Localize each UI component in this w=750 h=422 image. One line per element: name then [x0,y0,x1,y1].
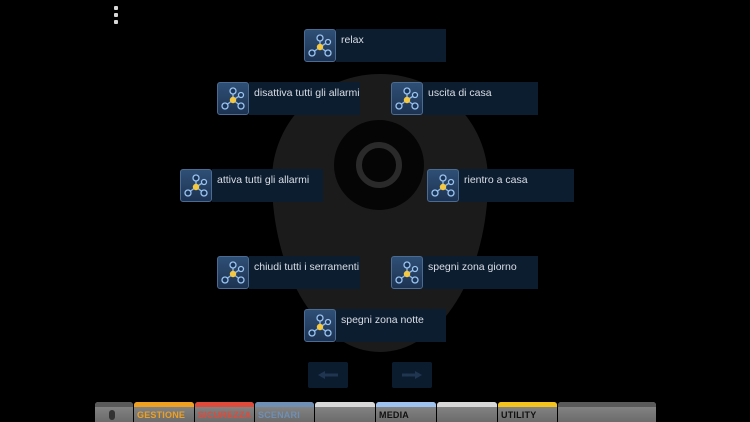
tab-scenari[interactable]: SCENARI [255,402,314,422]
scene-button-uscita-casa[interactable]: uscita di casa [391,82,538,115]
scene-label: chiudi tutti i serramenti [249,256,360,289]
tab-gestione[interactable]: GESTIONE [134,402,194,422]
scene-network-icon [180,169,212,202]
more-options-icon[interactable] [112,6,120,24]
scene-network-icon [304,29,336,62]
tab-stripe [376,402,436,407]
scene-label: spegni zona notte [336,309,446,342]
tab-label: UTILITY [501,410,537,420]
scene-button-zona-notte[interactable]: spegni zona notte [304,309,446,342]
scene-label: spegni zona giorno [423,256,538,289]
scene-network-icon [217,82,249,115]
tab-label: GESTIONE [137,410,186,420]
scene-label: relax [336,29,446,62]
scene-network-icon [304,309,336,342]
tab-label: MEDIA [379,410,409,420]
center-ring [334,120,424,210]
tab-stripe [195,402,254,407]
scene-button-rientro-casa[interactable]: rientro a casa [427,169,574,202]
tab-blank-1[interactable] [315,402,375,422]
scene-button-zona-giorno[interactable]: spegni zona giorno [391,256,538,289]
tab-blank-2[interactable] [437,402,497,422]
tab-stripe [558,402,656,407]
mouse-icon [109,410,115,420]
next-page-button[interactable] [392,362,432,388]
scene-button-relax[interactable]: relax [304,29,446,62]
scene-button-attiva-allarmi[interactable]: attiva tutti gli allarmi [180,169,323,202]
tab-stripe [315,402,375,407]
scene-label: attiva tutti gli allarmi [212,169,323,202]
tab-media[interactable]: MEDIA [376,402,436,422]
scene-label: disattiva tutti gli allarmi [249,82,360,115]
tab-stripe [134,402,194,407]
bottom-tab-bar: GESTIONE SICUREZZA SCENARI MEDIA UTILITY [95,402,656,422]
scene-network-icon [391,82,423,115]
scene-button-chiudi-serramenti[interactable]: chiudi tutti i serramenti [217,256,360,289]
scene-network-icon [217,256,249,289]
tab-mouse[interactable] [95,402,133,422]
tab-utility[interactable]: UTILITY [498,402,557,422]
arrow-left-icon [318,371,338,379]
scene-network-icon [391,256,423,289]
tab-stripe [498,402,557,407]
previous-page-button[interactable] [308,362,348,388]
scene-label: rientro a casa [459,169,574,202]
tab-stripe [437,402,497,407]
scene-label: uscita di casa [423,82,538,115]
tab-stripe [255,402,314,407]
arrow-right-icon [402,371,422,379]
tab-stripe [95,402,133,407]
scene-button-disattiva-allarmi[interactable]: disattiva tutti gli allarmi [217,82,360,115]
tab-label: SICUREZZA [198,410,252,420]
scene-network-icon [427,169,459,202]
tab-sicurezza[interactable]: SICUREZZA [195,402,254,422]
tab-blank-3[interactable] [558,402,656,422]
tab-label: SCENARI [258,410,300,420]
